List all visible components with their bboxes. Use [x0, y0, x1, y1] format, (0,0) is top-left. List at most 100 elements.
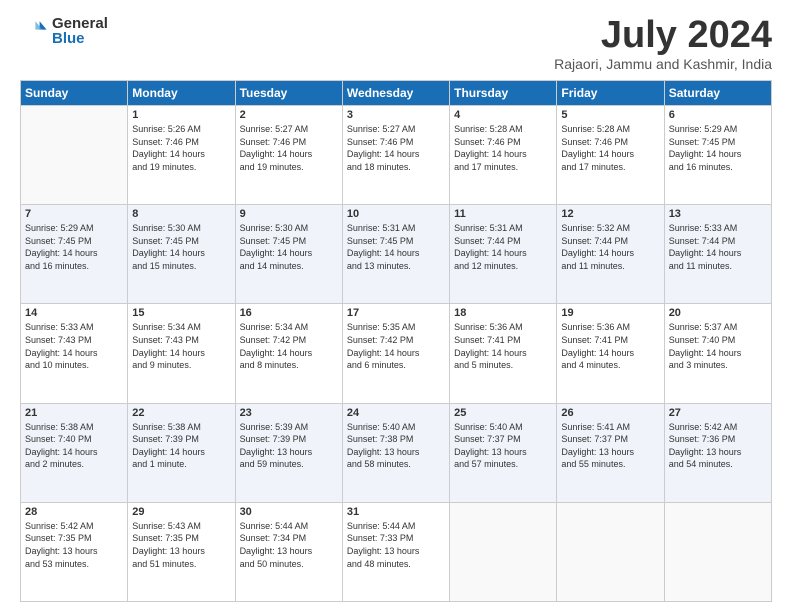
- table-row: 6 Sunrise: 5:29 AM Sunset: 7:45 PM Daylig…: [664, 106, 771, 205]
- day-info: Sunrise: 5:41 AM Sunset: 7:37 PM Dayligh…: [561, 421, 659, 471]
- day-number: 15: [132, 307, 230, 319]
- day-number: 6: [669, 109, 767, 121]
- table-row: 4 Sunrise: 5:28 AM Sunset: 7:46 PM Daylig…: [450, 106, 557, 205]
- table-row: 16 Sunrise: 5:34 AM Sunset: 7:42 PM Dayli…: [235, 304, 342, 403]
- day-info: Sunrise: 5:40 AM Sunset: 7:38 PM Dayligh…: [347, 421, 445, 471]
- day-number: 14: [25, 307, 123, 319]
- day-number: 20: [669, 307, 767, 319]
- day-info: Sunrise: 5:29 AM Sunset: 7:45 PM Dayligh…: [669, 123, 767, 173]
- day-number: 25: [454, 407, 552, 419]
- day-info: Sunrise: 5:29 AM Sunset: 7:45 PM Dayligh…: [25, 222, 123, 272]
- day-number: 22: [132, 407, 230, 419]
- day-info: Sunrise: 5:28 AM Sunset: 7:46 PM Dayligh…: [454, 123, 552, 173]
- day-info: Sunrise: 5:43 AM Sunset: 7:35 PM Dayligh…: [132, 520, 230, 570]
- day-info: Sunrise: 5:32 AM Sunset: 7:44 PM Dayligh…: [561, 222, 659, 272]
- table-row: 2Sunrise: 5:27 AM Sunset: 7:46 PM Daylig…: [235, 106, 342, 205]
- day-info: Sunrise: 5:34 AM Sunset: 7:43 PM Dayligh…: [132, 321, 230, 371]
- day-number: 31: [347, 506, 445, 518]
- day-info: Sunrise: 5:31 AM Sunset: 7:44 PM Dayligh…: [454, 222, 552, 272]
- day-number: 3: [347, 109, 445, 121]
- day-info: Sunrise: 5:42 AM Sunset: 7:36 PM Dayligh…: [669, 421, 767, 471]
- day-number: 13: [669, 208, 767, 220]
- day-number: 16: [240, 307, 338, 319]
- table-row: 20 Sunrise: 5:37 AM Sunset: 7:40 PM Dayli…: [664, 304, 771, 403]
- header-saturday: Saturday: [664, 81, 771, 106]
- table-row: 19 Sunrise: 5:36 AM Sunset: 7:41 PM Dayli…: [557, 304, 664, 403]
- table-row: 7 Sunrise: 5:29 AM Sunset: 7:45 PM Daylig…: [21, 205, 128, 304]
- day-info: Sunrise: 5:33 AM Sunset: 7:43 PM Dayligh…: [25, 321, 123, 371]
- day-number: 23: [240, 407, 338, 419]
- title-block: July 2024 Rajaori, Jammu and Kashmir, In…: [554, 16, 772, 72]
- day-info: Sunrise: 5:31 AM Sunset: 7:45 PM Dayligh…: [347, 222, 445, 272]
- table-row: 5 Sunrise: 5:28 AM Sunset: 7:46 PM Daylig…: [557, 106, 664, 205]
- day-info: Sunrise: 5:39 AM Sunset: 7:39 PM Dayligh…: [240, 421, 338, 471]
- location: Rajaori, Jammu and Kashmir, India: [554, 56, 772, 72]
- page: General Blue July 2024 Rajaori, Jammu an…: [0, 0, 792, 612]
- logo-general-text: General: [52, 16, 108, 31]
- logo-text: General Blue: [52, 16, 108, 46]
- day-info: Sunrise: 5:38 AM Sunset: 7:40 PM Dayligh…: [25, 421, 123, 471]
- table-row: [450, 502, 557, 601]
- table-row: 1 Sunrise: 5:26 AM Sunset: 7:46 PM Daylig…: [128, 106, 235, 205]
- table-row: 29Sunrise: 5:43 AM Sunset: 7:35 PM Dayli…: [128, 502, 235, 601]
- day-number: 12: [561, 208, 659, 220]
- table-row: 28Sunrise: 5:42 AM Sunset: 7:35 PM Dayli…: [21, 502, 128, 601]
- day-number: 4: [454, 109, 552, 121]
- day-info: Sunrise: 5:27 AM Sunset: 7:46 PM Dayligh…: [347, 123, 445, 173]
- day-info: Sunrise: 5:30 AM Sunset: 7:45 PM Dayligh…: [132, 222, 230, 272]
- logo-blue-text: Blue: [52, 31, 108, 46]
- table-row: 24 Sunrise: 5:40 AM Sunset: 7:38 PM Dayli…: [342, 403, 449, 502]
- day-info: Sunrise: 5:33 AM Sunset: 7:44 PM Dayligh…: [669, 222, 767, 272]
- header-monday: Monday: [128, 81, 235, 106]
- table-row: 23 Sunrise: 5:39 AM Sunset: 7:39 PM Dayli…: [235, 403, 342, 502]
- day-number: 26: [561, 407, 659, 419]
- header-friday: Friday: [557, 81, 664, 106]
- table-row: 10Sunrise: 5:31 AM Sunset: 7:45 PM Dayli…: [342, 205, 449, 304]
- table-row: 12 Sunrise: 5:32 AM Sunset: 7:44 PM Dayli…: [557, 205, 664, 304]
- day-number: 24: [347, 407, 445, 419]
- day-info: Sunrise: 5:38 AM Sunset: 7:39 PM Dayligh…: [132, 421, 230, 471]
- day-number: 27: [669, 407, 767, 419]
- day-number: 7: [25, 208, 123, 220]
- header-wednesday: Wednesday: [342, 81, 449, 106]
- day-info: Sunrise: 5:36 AM Sunset: 7:41 PM Dayligh…: [561, 321, 659, 371]
- day-info: Sunrise: 5:34 AM Sunset: 7:42 PM Dayligh…: [240, 321, 338, 371]
- day-info: Sunrise: 5:30 AM Sunset: 7:45 PM Dayligh…: [240, 222, 338, 272]
- day-number: 18: [454, 307, 552, 319]
- day-number: 11: [454, 208, 552, 220]
- header-tuesday: Tuesday: [235, 81, 342, 106]
- table-row: 8 Sunrise: 5:30 AM Sunset: 7:45 PM Daylig…: [128, 205, 235, 304]
- header-sunday: Sunday: [21, 81, 128, 106]
- day-info: Sunrise: 5:28 AM Sunset: 7:46 PM Dayligh…: [561, 123, 659, 173]
- header: General Blue July 2024 Rajaori, Jammu an…: [20, 16, 772, 72]
- day-number: 19: [561, 307, 659, 319]
- table-row: 9 Sunrise: 5:30 AM Sunset: 7:45 PM Daylig…: [235, 205, 342, 304]
- month-title: July 2024: [554, 16, 772, 54]
- day-info: Sunrise: 5:35 AM Sunset: 7:42 PM Dayligh…: [347, 321, 445, 371]
- day-info: Sunrise: 5:44 AM Sunset: 7:34 PM Dayligh…: [240, 520, 338, 570]
- day-info: Sunrise: 5:26 AM Sunset: 7:46 PM Dayligh…: [132, 123, 230, 173]
- day-number: 21: [25, 407, 123, 419]
- day-number: 8: [132, 208, 230, 220]
- day-info: Sunrise: 5:44 AM Sunset: 7:33 PM Dayligh…: [347, 520, 445, 570]
- table-row: 15 Sunrise: 5:34 AM Sunset: 7:43 PM Dayli…: [128, 304, 235, 403]
- day-info: Sunrise: 5:42 AM Sunset: 7:35 PM Dayligh…: [25, 520, 123, 570]
- day-number: 17: [347, 307, 445, 319]
- logo-icon: [20, 17, 48, 45]
- day-number: 9: [240, 208, 338, 220]
- table-row: 11 Sunrise: 5:31 AM Sunset: 7:44 PM Dayli…: [450, 205, 557, 304]
- table-row: 22 Sunrise: 5:38 AM Sunset: 7:39 PM Dayli…: [128, 403, 235, 502]
- day-info: Sunrise: 5:27 AM Sunset: 7:46 PM Dayligh…: [240, 123, 338, 173]
- table-row: 21 Sunrise: 5:38 AM Sunset: 7:40 PM Dayli…: [21, 403, 128, 502]
- day-number: 5: [561, 109, 659, 121]
- calendar-header-row: Sunday Monday Tuesday Wednesday Thursday…: [21, 81, 772, 106]
- header-thursday: Thursday: [450, 81, 557, 106]
- table-row: 27 Sunrise: 5:42 AM Sunset: 7:36 PM Dayli…: [664, 403, 771, 502]
- table-row: 25 Sunrise: 5:40 AM Sunset: 7:37 PM Dayli…: [450, 403, 557, 502]
- day-number: 1: [132, 109, 230, 121]
- day-info: Sunrise: 5:36 AM Sunset: 7:41 PM Dayligh…: [454, 321, 552, 371]
- day-info: Sunrise: 5:37 AM Sunset: 7:40 PM Dayligh…: [669, 321, 767, 371]
- day-info: Sunrise: 5:40 AM Sunset: 7:37 PM Dayligh…: [454, 421, 552, 471]
- calendar-table: Sunday Monday Tuesday Wednesday Thursday…: [20, 80, 772, 602]
- table-row: [664, 502, 771, 601]
